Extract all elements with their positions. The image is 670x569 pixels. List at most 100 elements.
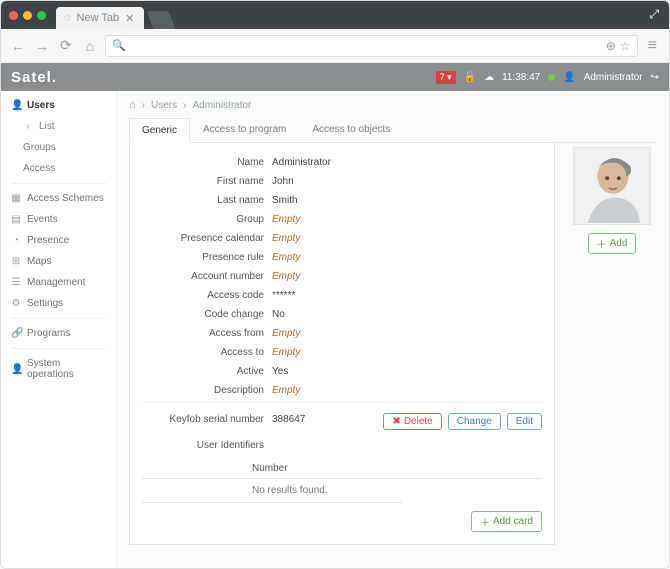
delete-button[interactable]: ✖ Delete: [383, 413, 441, 430]
search-icon: 🔍: [112, 39, 126, 52]
row-account-number: Account number Empty: [142, 267, 542, 286]
sidebar-item-presence[interactable]: ◔ Presence: [1, 230, 116, 251]
crumb-users[interactable]: Users: [151, 100, 177, 111]
value[interactable]: Empty: [272, 252, 300, 263]
value[interactable]: Empty: [272, 347, 300, 358]
sidebar-item-users[interactable]: 👤 Users: [1, 95, 116, 116]
close-window-icon[interactable]: [9, 11, 18, 20]
label: Presence calendar: [142, 233, 272, 244]
tab-access-program[interactable]: Access to program: [190, 117, 299, 142]
zoom-icon[interactable]: ⊕: [606, 39, 616, 53]
value[interactable]: Empty: [272, 233, 300, 244]
address-input[interactable]: [132, 40, 600, 52]
row-access-from: Access from Empty: [142, 324, 542, 343]
value[interactable]: Yes: [272, 366, 288, 377]
menu-icon[interactable]: ≡: [644, 37, 661, 55]
tab-title: New Tab: [77, 12, 120, 24]
main-panel: ⌂ › Users › Administrator Generic Access…: [117, 91, 669, 568]
panel-wrap: Name Administrator First name John Last …: [129, 143, 657, 545]
change-button[interactable]: Change: [448, 413, 501, 430]
browser-window: ◌ New Tab ✕ ⤢ ← → ⟳ ⌂ 🔍 ⊕ ☆ ≡ Satel. 7 ▾…: [0, 0, 670, 569]
btn-label: Add card: [493, 516, 533, 527]
divider: [142, 402, 542, 403]
clock-icon: ◔: [11, 235, 21, 246]
status-dot-icon: [548, 74, 555, 81]
divider: [11, 183, 106, 184]
reload-icon[interactable]: ⟳: [57, 37, 75, 54]
avatar-column: ＋ Add: [567, 147, 657, 254]
sidebar-item-management[interactable]: ☰ Management: [1, 272, 116, 293]
divider: [11, 318, 106, 319]
divider: [11, 348, 106, 349]
value[interactable]: Empty: [272, 385, 300, 396]
row-name: Name Administrator: [142, 153, 542, 172]
sidebar-item-programs[interactable]: 🔗 Programs: [1, 323, 116, 344]
person-photo-icon: [574, 147, 650, 224]
value[interactable]: John: [272, 176, 294, 187]
minimize-window-icon[interactable]: [23, 11, 32, 20]
tab-access-objects[interactable]: Access to objects: [299, 117, 403, 142]
sidebar-label: Programs: [27, 328, 70, 339]
value[interactable]: Empty: [272, 214, 300, 225]
bookmark-icon[interactable]: ☆: [620, 39, 631, 53]
unlock-icon[interactable]: 🔓: [464, 72, 476, 83]
row-lastname: Last name Smith: [142, 191, 542, 210]
fullscreen-icon[interactable]: ⤢: [649, 7, 659, 22]
new-tab-button[interactable]: [147, 11, 176, 29]
label: Presence rule: [142, 252, 272, 263]
sidebar-item-maps[interactable]: ⊞ Maps: [1, 251, 116, 272]
gear-icon: ⚙: [11, 298, 21, 309]
close-tab-icon[interactable]: ✕: [125, 12, 134, 25]
value[interactable]: Smith: [272, 195, 298, 206]
link-icon: 🔗: [11, 328, 21, 339]
home-icon[interactable]: ⌂: [81, 38, 99, 54]
app-content: 👤 Users › List Groups Access ▦ Access Sc…: [1, 91, 669, 568]
sidebar-item-access-schemes[interactable]: ▦ Access Schemes: [1, 188, 116, 209]
sidebar-label: Management: [27, 277, 85, 288]
sidebar-label: Events: [27, 214, 58, 225]
label: Code change: [142, 309, 272, 320]
content-tabs: Generic Access to program Access to obje…: [129, 117, 657, 143]
row-access-to: Access to Empty: [142, 343, 542, 362]
value[interactable]: ******: [272, 290, 295, 301]
logout-icon[interactable]: ↪: [651, 72, 659, 83]
crumb-admin: Administrator: [192, 100, 251, 111]
sidebar-item-list[interactable]: › List: [1, 116, 116, 137]
value[interactable]: Empty: [272, 328, 300, 339]
sidebar-item-events[interactable]: ▤ Events: [1, 209, 116, 230]
sidebar-label: Presence: [27, 235, 69, 246]
cloud-icon[interactable]: ☁: [484, 72, 494, 83]
user-icon: 👤: [11, 100, 21, 111]
sidebar-item-groups[interactable]: Groups: [1, 137, 116, 158]
maximize-window-icon[interactable]: [37, 11, 46, 20]
forward-icon[interactable]: →: [33, 38, 51, 54]
value[interactable]: Administrator: [272, 157, 331, 168]
sidebar-label: Settings: [27, 298, 63, 309]
identifiers-col-number: Number: [142, 461, 542, 479]
header-user[interactable]: Administrator: [584, 72, 643, 83]
sidebar-label: Groups: [23, 142, 56, 153]
avatar[interactable]: [573, 147, 651, 225]
row-code-change: Code change No: [142, 305, 542, 324]
sidebar: 👤 Users › List Groups Access ▦ Access Sc…: [1, 91, 117, 568]
browser-tabbar: ◌ New Tab ✕ ⤢: [1, 1, 669, 29]
back-icon[interactable]: ←: [9, 38, 27, 54]
document-icon: ▤: [11, 214, 21, 225]
add-photo-button[interactable]: ＋ Add: [588, 233, 637, 254]
home-icon[interactable]: ⌂: [129, 99, 136, 111]
sidebar-item-settings[interactable]: ⚙ Settings: [1, 293, 116, 314]
value[interactable]: Empty: [272, 271, 300, 282]
value[interactable]: 388647: [272, 414, 305, 425]
row-firstname: First name John: [142, 172, 542, 191]
sidebar-item-access[interactable]: Access: [1, 158, 116, 179]
row-user-identifiers: User Identifiers: [142, 436, 542, 455]
notif-badge[interactable]: 7 ▾: [436, 71, 456, 84]
value[interactable]: No: [272, 309, 285, 320]
tab-generic[interactable]: Generic: [129, 118, 190, 143]
edit-button[interactable]: Edit: [507, 413, 542, 430]
sidebar-item-system-operations[interactable]: 👤 System operations: [1, 353, 116, 385]
browser-tab[interactable]: ◌ New Tab ✕: [56, 7, 144, 29]
identifiers-table: Number No results found.: [142, 461, 542, 503]
address-bar[interactable]: 🔍 ⊕ ☆: [105, 35, 638, 57]
add-card-button[interactable]: ＋ Add card: [471, 511, 542, 532]
